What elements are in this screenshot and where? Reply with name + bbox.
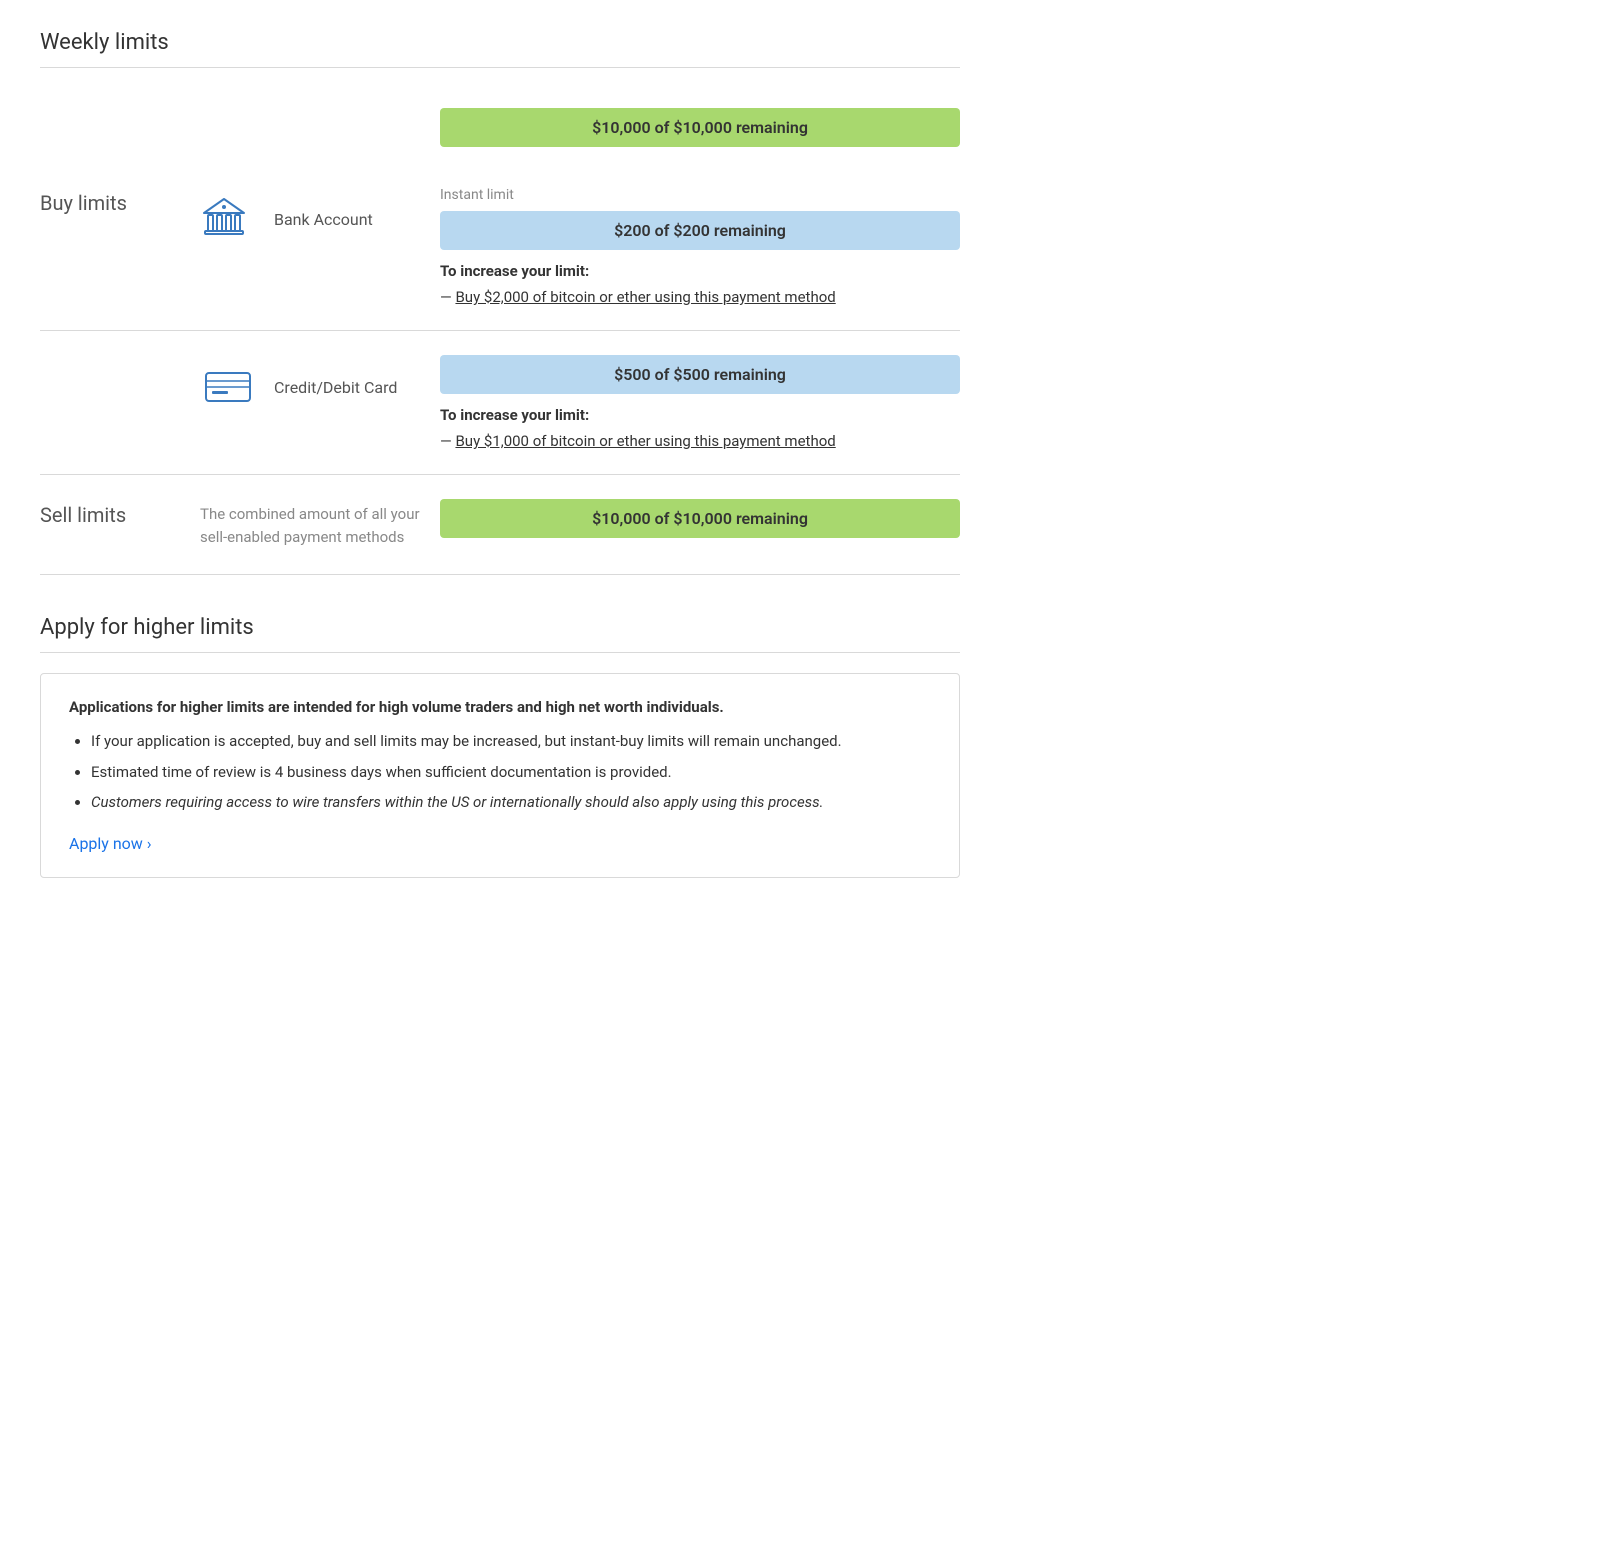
apply-info-list: If your application is accepted, buy and… — [69, 730, 931, 814]
credit-card-icon — [200, 359, 256, 415]
bank-account-limit-bar: $200 of $200 remaining — [440, 211, 960, 250]
increase-limit-link-card: — Buy $1,000 of bitcoin or ether using t… — [440, 432, 960, 450]
sell-limit-bar-container: $10,000 of $10,000 remaining — [440, 499, 960, 550]
sell-limits-description: The combined amount of all your sell-ena… — [200, 503, 420, 548]
card-method: Credit/Debit Card — [200, 355, 440, 415]
increase-prefix-card: — — [440, 432, 452, 450]
bank-account-name: Bank Account — [274, 210, 373, 229]
weekly-limits-title: Weekly limits — [40, 30, 960, 55]
sell-limits-row: Sell limits The combined amount of all y… — [40, 475, 960, 575]
sell-method-description-container: The combined amount of all your sell-ena… — [200, 499, 440, 548]
apply-bullet-2: Estimated time of review is 4 business d… — [91, 761, 931, 784]
apply-info-box: Applications for higher limits are inten… — [40, 673, 960, 878]
sell-limits-label: Sell limits — [40, 499, 200, 527]
increase-limit-title-card: To increase your limit: — [440, 406, 960, 424]
instant-limit-label: Instant limit — [440, 187, 960, 203]
increase-link-card-anchor[interactable]: Buy $1,000 of bitcoin or ether using thi… — [455, 432, 835, 450]
weekly-limits-divider — [40, 67, 960, 68]
bank-icon — [200, 191, 256, 247]
increase-prefix-bank: — — [440, 288, 452, 306]
increase-limit-title-bank: To increase your limit: — [440, 262, 960, 280]
apply-info-title: Applications for higher limits are inten… — [69, 698, 931, 716]
card-limit-details: $500 of $500 remaining To increase your … — [440, 355, 960, 450]
buy-limits-label: Buy limits — [40, 187, 200, 215]
apply-now-button[interactable]: Apply now › — [69, 834, 152, 853]
apply-section-title: Apply for higher limits — [40, 615, 960, 640]
apply-section: Apply for higher limits Applications for… — [40, 615, 960, 878]
apply-section-divider — [40, 652, 960, 653]
buy-limits-card-row: Credit/Debit Card $500 of $500 remaining… — [40, 331, 960, 475]
apply-bullet-1: If your application is accepted, buy and… — [91, 730, 931, 753]
buy-limits-bank-row: Buy limits Bank Account Instant limit $2… — [40, 163, 960, 331]
card-limit-bar: $500 of $500 remaining — [440, 355, 960, 394]
sell-limit-bar: $10,000 of $10,000 remaining — [440, 499, 960, 538]
increase-link-bank-anchor[interactable]: Buy $2,000 of bitcoin or ether using thi… — [455, 288, 835, 306]
bank-account-limit-details: Instant limit $200 of $200 remaining To … — [440, 187, 960, 306]
bank-account-method: Bank Account — [200, 187, 440, 247]
apply-bullet-3: Customers requiring access to wire trans… — [91, 791, 931, 814]
buy-overall-limit-bar: $10,000 of $10,000 remaining — [440, 108, 960, 147]
increase-limit-link-bank: — Buy $2,000 of bitcoin or ether using t… — [440, 288, 960, 306]
card-name: Credit/Debit Card — [274, 378, 397, 397]
